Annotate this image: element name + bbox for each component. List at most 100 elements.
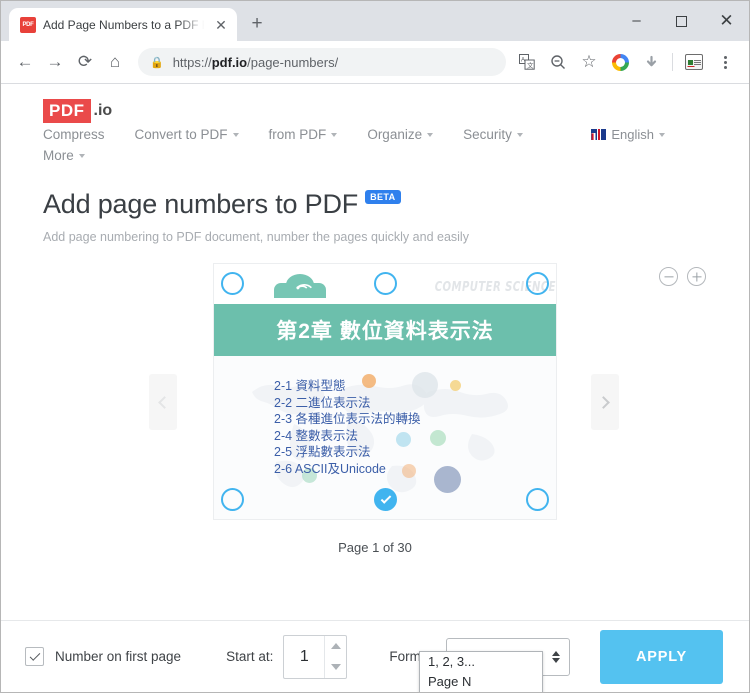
nav-item-convert-to-pdf[interactable]: Convert to PDF	[135, 127, 239, 142]
number-on-first-page-checkbox[interactable]	[25, 647, 44, 666]
maximize-button[interactable]	[659, 1, 704, 41]
extension-circle-icon[interactable]	[605, 47, 635, 77]
stepper-decrement-button[interactable]	[325, 657, 346, 678]
nav-item-compress[interactable]: Compress	[43, 127, 105, 142]
list-item: 2-2 二進位表示法	[274, 395, 421, 412]
nav-item-organize[interactable]: Organize	[367, 127, 433, 142]
slide-banner: 第2章 數位資料表示法	[214, 304, 556, 356]
url-path: /page-numbers/	[247, 55, 338, 70]
start-at-value[interactable]: 1	[284, 636, 324, 678]
check-icon	[380, 493, 391, 504]
chevron-down-icon	[79, 154, 85, 158]
browser-menu-icon[interactable]	[710, 47, 740, 77]
zoom-search-icon[interactable]	[543, 47, 573, 77]
translate-icon[interactable]: A文	[512, 47, 542, 77]
apply-button[interactable]: APPLY	[600, 630, 723, 684]
start-at-label: Start at:	[226, 649, 273, 664]
language-selector[interactable]: English	[591, 127, 711, 142]
decor-dot	[434, 466, 461, 493]
minimize-button[interactable]: –	[614, 1, 659, 41]
cloud-icon	[274, 272, 326, 298]
bookmark-star-icon[interactable]: ☆	[574, 47, 604, 77]
new-tab-button[interactable]: +	[243, 10, 271, 38]
number-on-first-page-control[interactable]: Number on first page	[25, 647, 181, 666]
home-icon[interactable]: ⌂	[100, 47, 130, 77]
site-logo[interactable]: PDF .io	[43, 98, 112, 124]
nav-links: Compress Convert to PDF from PDF Organiz…	[43, 124, 711, 163]
nav-item-security[interactable]: Security	[463, 127, 523, 142]
chevron-down-icon	[659, 133, 665, 137]
decor-dot	[430, 430, 446, 446]
chevron-up-icon	[331, 643, 341, 649]
uk-flag-icon	[591, 129, 606, 140]
zoom-in-icon[interactable]	[687, 267, 706, 286]
forward-icon[interactable]: →	[40, 47, 70, 77]
position-marker-top-right[interactable]	[526, 272, 549, 295]
chevron-down-icon	[517, 133, 523, 137]
list-item: 2-4 整數表示法	[274, 428, 421, 445]
url-domain: pdf.io	[212, 55, 247, 70]
browser-tab[interactable]: PDF Add Page Numbers to a PDF Fi ✕	[9, 8, 237, 41]
page-subtitle: Add page numbering to PDF document, numb…	[43, 230, 749, 244]
nav-item-label: Organize	[367, 127, 422, 142]
nav-item-more[interactable]: More	[43, 148, 711, 163]
close-window-button[interactable]: ✕	[704, 1, 749, 41]
chevron-down-icon	[331, 664, 341, 670]
back-icon[interactable]: ←	[10, 47, 40, 77]
format-option-page-n[interactable]: Page N	[420, 672, 542, 692]
beta-badge: BETA	[365, 190, 400, 204]
chevron-right-icon	[597, 396, 610, 409]
stepper-increment-button[interactable]	[325, 636, 346, 657]
list-item: 2-5 浮點數表示法	[274, 444, 421, 461]
pdf-page-preview[interactable]: COMPUTER SCIENCE 第2章 數位資料表示法	[214, 264, 556, 519]
format-dropdown-list[interactable]: 1, 2, 3... Page N Page N of M	[419, 651, 543, 692]
slide-bullet-list: 2-1 資料型態 2-2 二進位表示法 2-3 各種進位表示法的轉換 2-4 整…	[274, 378, 421, 477]
position-marker-bottom-right[interactable]	[526, 488, 549, 511]
position-marker-top-left[interactable]	[221, 272, 244, 295]
nav-item-label: Security	[463, 127, 512, 142]
slide-content: COMPUTER SCIENCE 第2章 數位資料表示法	[214, 264, 556, 519]
address-bar[interactable]: 🔒 https://pdf.io/page-numbers/	[138, 48, 506, 76]
chevron-left-icon	[158, 396, 171, 409]
page-title: Add page numbers to PDF	[43, 189, 358, 219]
url-scheme: https://	[173, 55, 212, 70]
tab-close-icon[interactable]: ✕	[213, 18, 229, 32]
tab-favicon-icon: PDF	[20, 17, 36, 33]
zoom-out-icon[interactable]	[659, 267, 678, 286]
decor-dot	[450, 380, 461, 391]
position-marker-top-center[interactable]	[374, 272, 397, 295]
reload-icon[interactable]: ⟳	[70, 47, 100, 77]
language-label: English	[611, 127, 654, 142]
start-at-control: Start at: 1	[226, 635, 347, 679]
format-option-numeric[interactable]: 1, 2, 3...	[420, 652, 542, 672]
download-icon[interactable]	[636, 47, 666, 77]
svg-text:A: A	[521, 58, 525, 64]
page-indicator: Page 1 of 30	[1, 540, 749, 555]
next-page-button[interactable]	[591, 374, 619, 430]
start-at-stepper[interactable]: 1	[283, 635, 347, 679]
nav-item-label: More	[43, 148, 74, 163]
toolbar-divider	[672, 53, 673, 71]
controls-bar: Number on first page Start at: 1 Format:…	[1, 620, 749, 692]
pdf-workspace: COMPUTER SCIENCE 第2章 數位資料表示法	[1, 262, 749, 602]
logo-io-text: .io	[94, 102, 113, 120]
logo-pdf-text: PDF	[43, 99, 91, 123]
browser-toolbar: ← → ⟳ ⌂ 🔒 https://pdf.io/page-numbers/ A…	[1, 41, 749, 84]
tab-strip: PDF Add Page Numbers to a PDF Fi ✕ + – ✕	[1, 1, 749, 41]
toolbar-actions: A文 ☆	[512, 47, 740, 77]
extension-news-icon[interactable]	[679, 47, 709, 77]
select-arrows-icon	[552, 651, 560, 663]
nav-item-label: from PDF	[269, 127, 327, 142]
nav-item-label: Compress	[43, 127, 105, 142]
nav-item-from-pdf[interactable]: from PDF	[269, 127, 338, 142]
zoom-controls	[659, 267, 706, 286]
position-marker-bottom-center[interactable]	[374, 488, 397, 511]
lock-icon: 🔒	[150, 56, 164, 69]
number-on-first-page-label: Number on first page	[55, 649, 181, 664]
position-marker-bottom-left[interactable]	[221, 488, 244, 511]
prev-page-button[interactable]	[149, 374, 177, 430]
page-header: Add page numbers to PDF BETA Add page num…	[1, 163, 749, 244]
chevron-down-icon	[331, 133, 337, 137]
check-icon	[30, 650, 41, 661]
stepper-arrows	[324, 636, 346, 678]
